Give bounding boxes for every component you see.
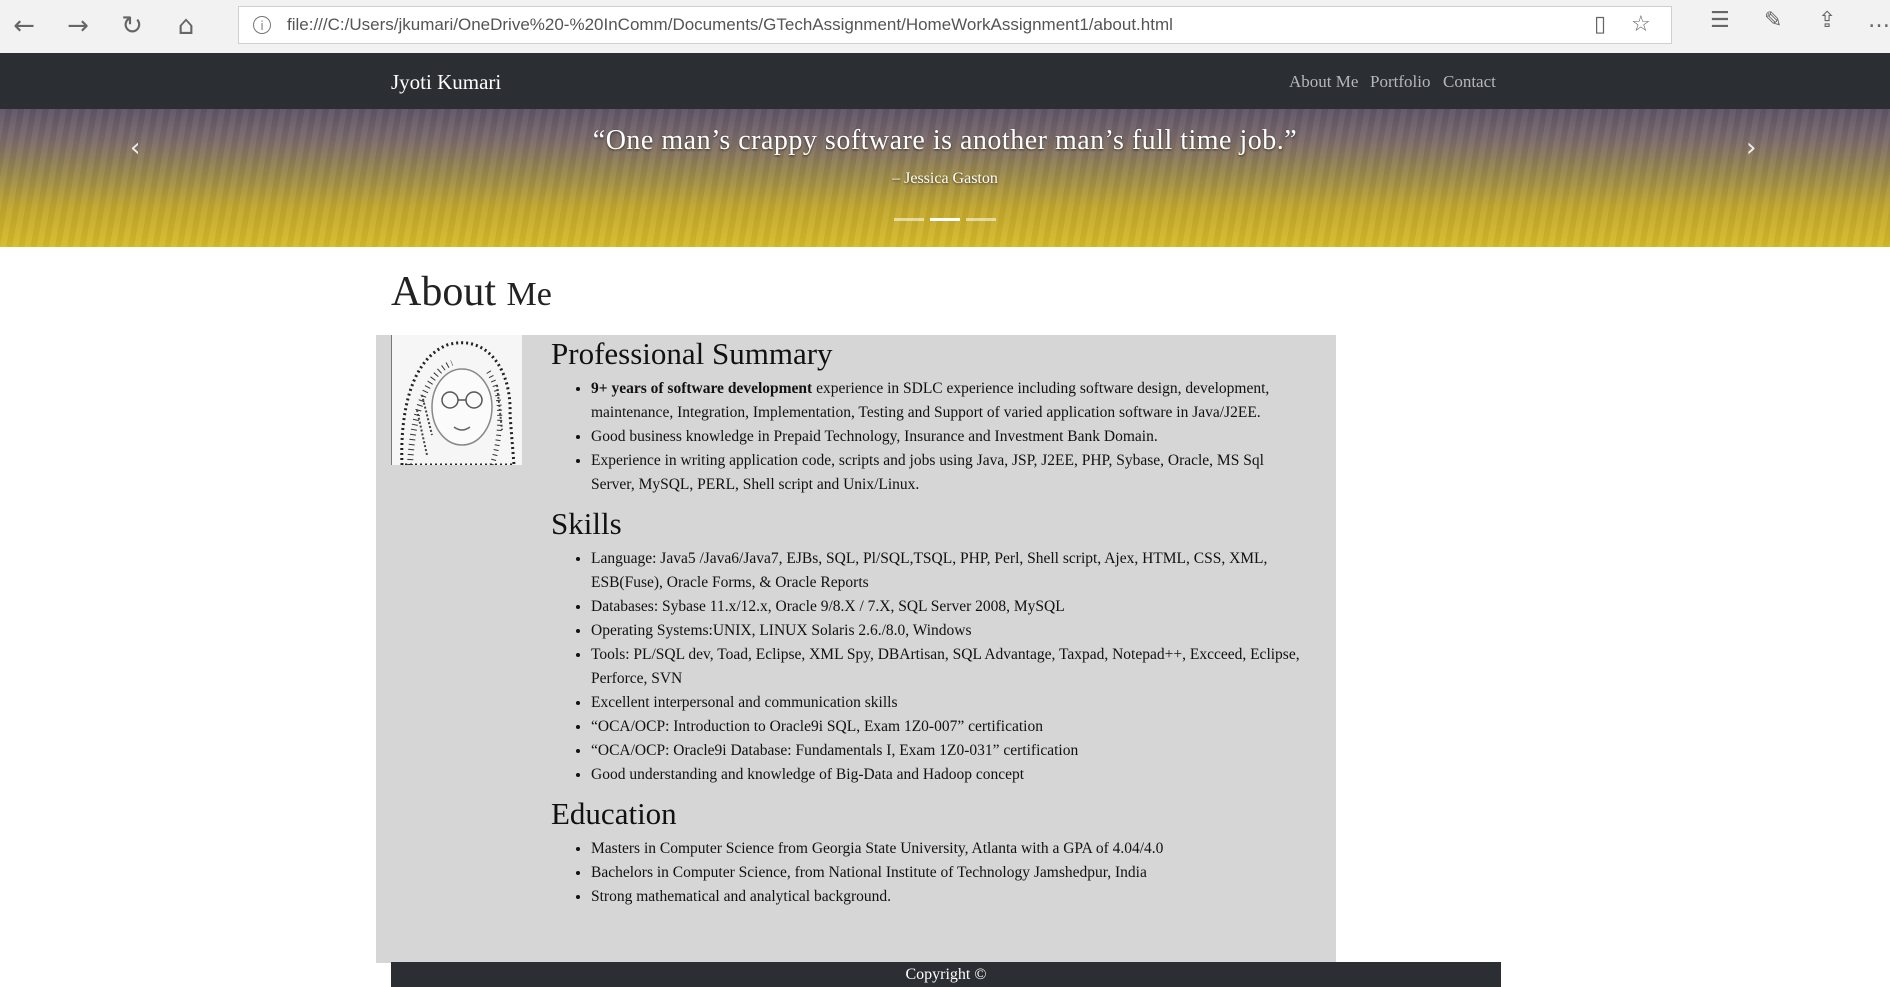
refresh-icon[interactable]: ↻ bbox=[114, 8, 150, 44]
favorite-star-icon[interactable]: ☆ bbox=[1631, 12, 1651, 37]
pen-icon[interactable]: ✎ bbox=[1764, 8, 1782, 33]
list-item: Good business knowledge in Prepaid Techn… bbox=[591, 425, 1301, 449]
carousel-author: – Jessica Gaston bbox=[892, 170, 998, 187]
share-icon[interactable]: ⇪ bbox=[1818, 8, 1836, 33]
education-list: Masters in Computer Science from Georgia… bbox=[551, 837, 1301, 909]
resume-content: Professional Summary 9+ years of softwar… bbox=[551, 335, 1301, 917]
education-heading: Education bbox=[551, 796, 677, 831]
page-title-word-2: Me bbox=[506, 276, 552, 313]
brand-link[interactable]: Jyoti Kumari bbox=[391, 70, 501, 95]
list-item: Operating Systems:UNIX, LINUX Solaris 2.… bbox=[591, 619, 1301, 643]
home-icon[interactable]: ⌂ bbox=[168, 8, 204, 44]
carousel-indicator-1[interactable] bbox=[894, 218, 924, 221]
quote-carousel: ‹ › “One man’s crappy software is anothe… bbox=[0, 109, 1890, 247]
address-bar[interactable]: i file:///C:/Users/jkumari/OneDrive%20-%… bbox=[238, 6, 1672, 44]
professional-summary-heading: Professional Summary bbox=[551, 336, 833, 371]
browser-toolbar: ← → ↻ ⌂ i file:///C:/Users/jkumari/OneDr… bbox=[0, 0, 1890, 54]
profile-photo bbox=[391, 335, 522, 465]
info-icon[interactable]: i bbox=[253, 16, 271, 34]
page-title-word-1: About bbox=[391, 269, 496, 315]
nav-link-portfolio[interactable]: Portfolio bbox=[1370, 72, 1430, 92]
forward-icon[interactable]: → bbox=[60, 8, 96, 44]
url-text[interactable]: file:///C:/Users/jkumari/OneDrive%20-%20… bbox=[287, 15, 1173, 35]
nav-link-contact[interactable]: Contact bbox=[1443, 72, 1496, 92]
site-navbar: Jyoti Kumari About Me Portfolio Contact bbox=[0, 53, 1890, 109]
favorites-list-icon[interactable]: ☰ bbox=[1710, 8, 1730, 33]
carousel-indicator-2[interactable] bbox=[930, 218, 960, 221]
nav-link-about-me[interactable]: About Me bbox=[1289, 72, 1358, 92]
carousel-indicator-3[interactable] bbox=[966, 218, 996, 221]
skills-heading: Skills bbox=[551, 506, 622, 541]
carousel-quote: “One man’s crappy software is another ma… bbox=[592, 125, 1298, 156]
list-item: Language: Java5 /Java6/Java7, EJBs, SQL,… bbox=[591, 547, 1301, 595]
professional-summary-list: 9+ years of software development experie… bbox=[551, 377, 1301, 497]
list-item: 9+ years of software development experie… bbox=[591, 377, 1301, 425]
list-item: Good understanding and knowledge of Big-… bbox=[591, 763, 1301, 787]
back-icon[interactable]: ← bbox=[6, 8, 42, 44]
list-item: “OCA/OCP: Oracle9i Database: Fundamental… bbox=[591, 739, 1301, 763]
reading-view-icon[interactable]: ▯ bbox=[1594, 12, 1606, 37]
list-item: Tools: PL/SQL dev, Toad, Eclipse, XML Sp… bbox=[591, 643, 1301, 691]
list-item: Bachelors in Computer Science, from Nati… bbox=[591, 861, 1301, 885]
list-item: “OCA/OCP: Introduction to Oracle9i SQL, … bbox=[591, 715, 1301, 739]
page-title: About Me bbox=[391, 268, 552, 316]
skills-list: Language: Java5 /Java6/Java7, EJBs, SQL,… bbox=[551, 547, 1301, 787]
list-item: Strong mathematical and analytical backg… bbox=[591, 885, 1301, 909]
list-item: Excellent interpersonal and communicatio… bbox=[591, 691, 1301, 715]
list-item: Masters in Computer Science from Georgia… bbox=[591, 837, 1301, 861]
summary-highlight: 9+ years of software development bbox=[591, 380, 813, 397]
list-item: Experience in writing application code, … bbox=[591, 449, 1301, 497]
profile-sketch-image bbox=[392, 335, 522, 465]
more-icon[interactable]: … bbox=[1868, 8, 1890, 33]
list-item: Databases: Sybase 11.x/12.x, Oracle 9/8.… bbox=[591, 595, 1301, 619]
site-footer: Copyright © bbox=[391, 962, 1501, 987]
